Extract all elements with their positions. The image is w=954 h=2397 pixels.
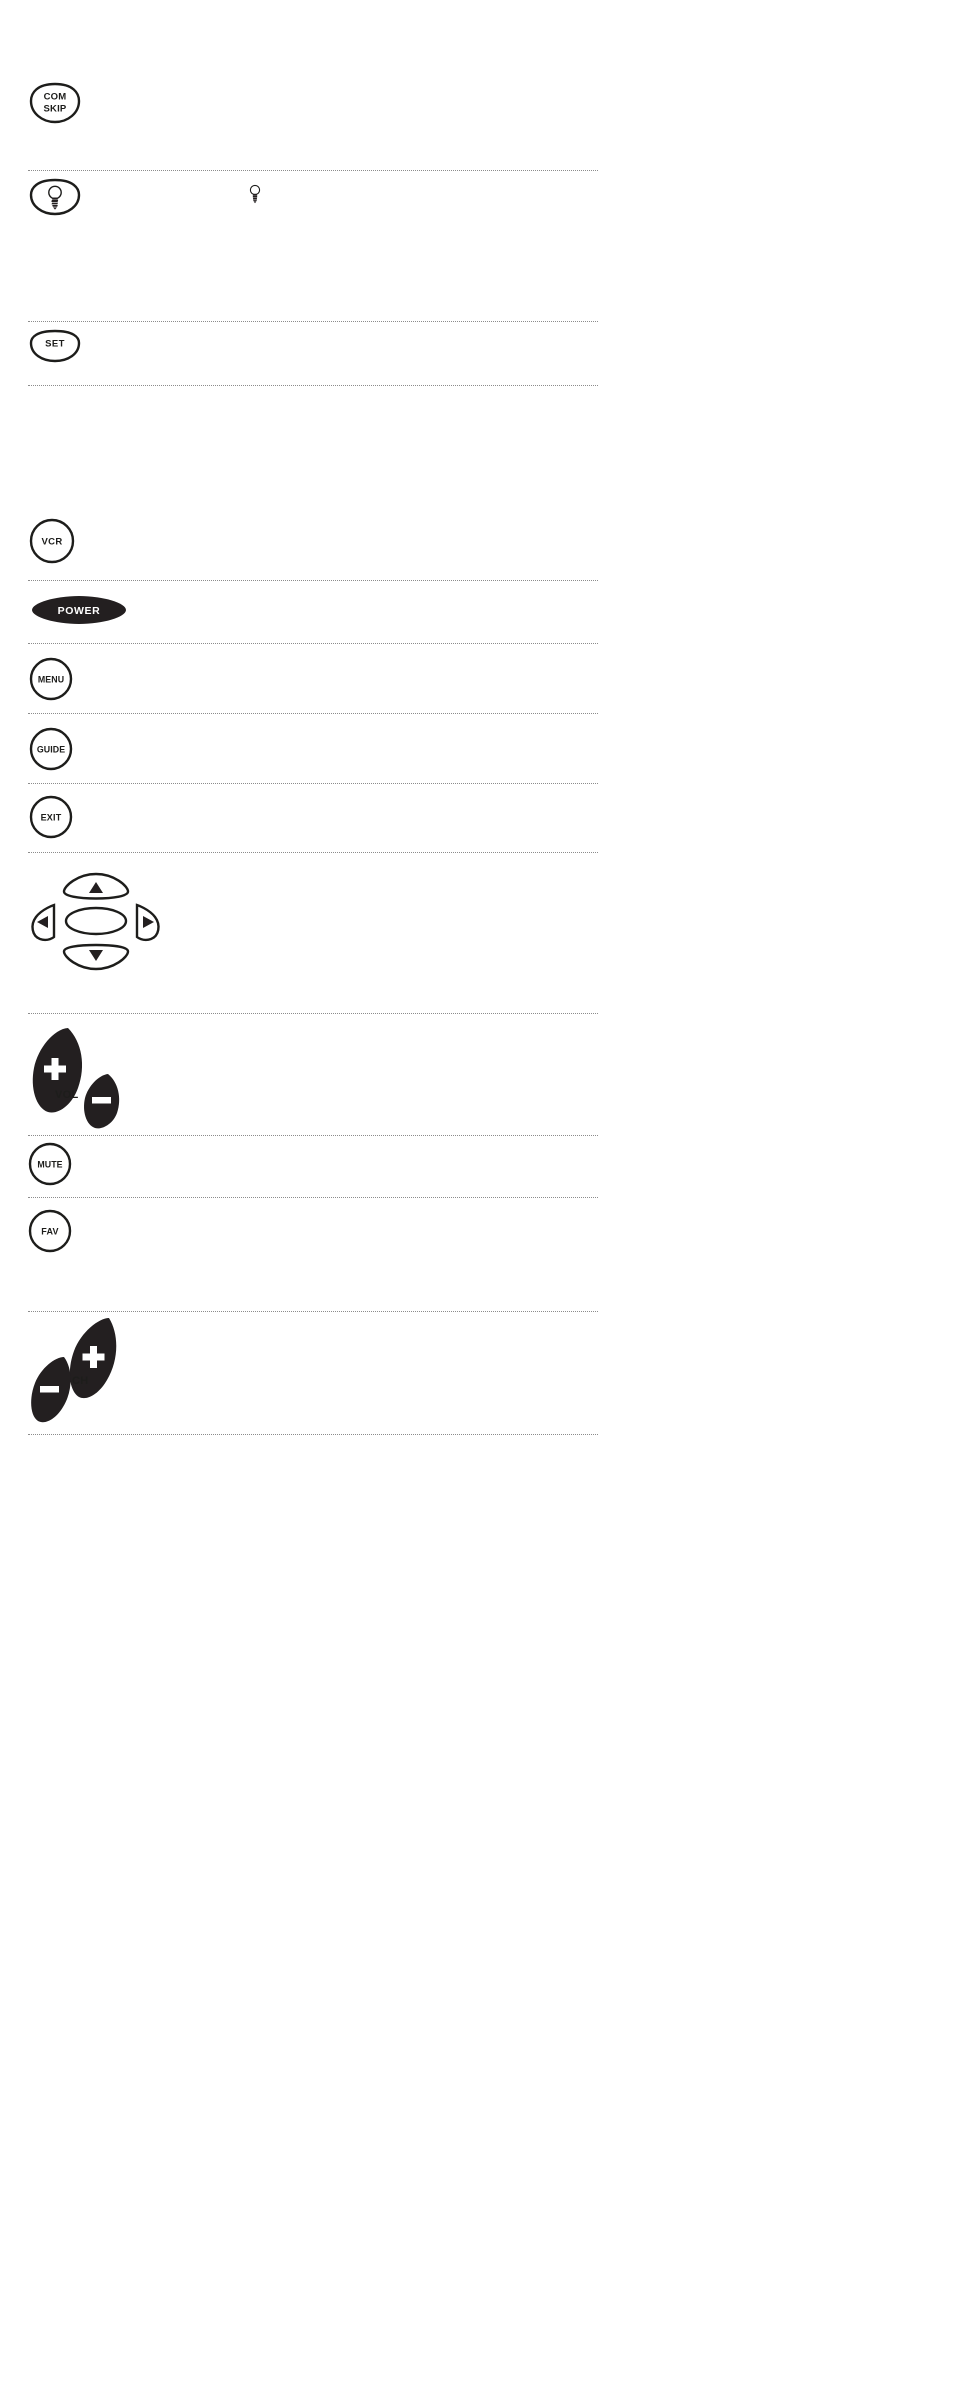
com-skip-line-1: COM xyxy=(44,92,67,103)
divider xyxy=(28,713,598,715)
menu-label: MENU xyxy=(38,674,64,684)
vcr-button[interactable]: VCR xyxy=(29,518,75,564)
fav-label: FAV xyxy=(41,1226,58,1236)
volume-label: VOL xyxy=(55,1089,79,1101)
nav-left-button[interactable] xyxy=(28,903,56,942)
exit-button[interactable]: EXIT xyxy=(29,795,73,839)
divider xyxy=(28,1135,598,1137)
menu-button[interactable]: MENU xyxy=(29,657,73,701)
set-label: SET xyxy=(45,339,65,350)
minus-icon xyxy=(92,1097,111,1104)
divider xyxy=(28,321,598,323)
channel-down-button[interactable] xyxy=(28,1355,78,1427)
nav-up-button[interactable] xyxy=(62,872,130,900)
divider xyxy=(28,1311,598,1313)
fav-button[interactable]: FAV xyxy=(28,1209,72,1253)
divider xyxy=(28,852,598,854)
nav-right-button[interactable] xyxy=(135,903,163,942)
nav-down-button[interactable] xyxy=(62,943,130,972)
divider xyxy=(28,580,598,582)
volume-up-button[interactable] xyxy=(28,1026,88,1116)
mute-label: MUTE xyxy=(37,1159,62,1169)
volume-down-button[interactable] xyxy=(80,1072,124,1130)
nav-select-button[interactable] xyxy=(64,906,128,936)
divider xyxy=(28,783,598,785)
mute-button[interactable]: MUTE xyxy=(28,1142,72,1186)
divider xyxy=(28,1197,598,1199)
vcr-label: VCR xyxy=(42,537,63,548)
divider xyxy=(28,643,598,645)
divider xyxy=(28,170,598,172)
guide-label: GUIDE xyxy=(37,744,65,754)
com-skip-button[interactable]: COM SKIP xyxy=(29,82,81,124)
divider xyxy=(28,1013,598,1015)
guide-button[interactable]: GUIDE xyxy=(29,727,73,771)
com-skip-line-2: SKIP xyxy=(44,104,67,115)
divider xyxy=(28,385,598,387)
remote-button-reference-page: COM SKIP SET VCR POWER MENU GUIDE EXIT V… xyxy=(0,0,954,2397)
power-label: POWER xyxy=(58,605,101,617)
set-button[interactable]: SET xyxy=(29,329,81,363)
light-bulb-icon xyxy=(248,184,262,211)
divider xyxy=(28,1434,598,1436)
exit-label: EXIT xyxy=(41,812,62,822)
backlight-button[interactable] xyxy=(29,178,81,216)
minus-icon xyxy=(40,1386,59,1393)
power-button[interactable]: POWER xyxy=(31,595,127,625)
